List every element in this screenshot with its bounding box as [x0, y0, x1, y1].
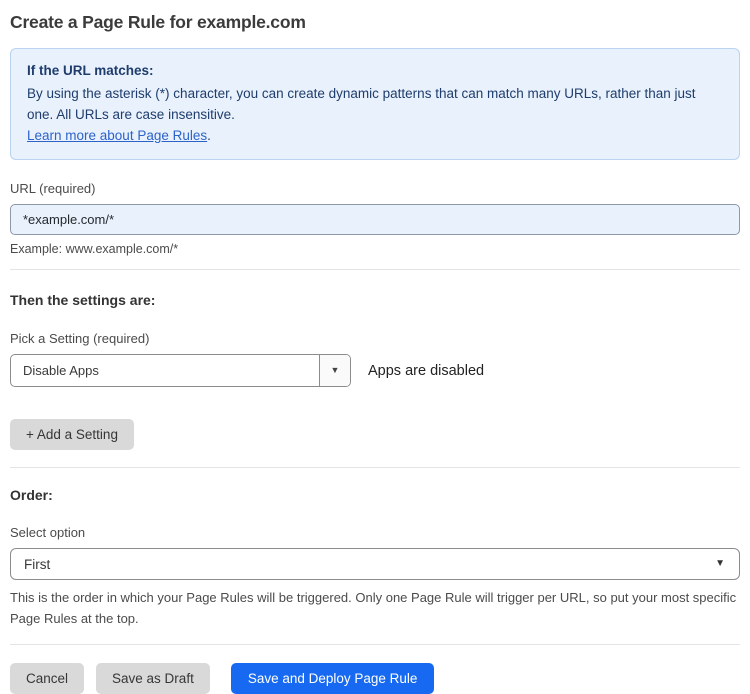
url-helper-text: Example: www.example.com/* [10, 242, 179, 256]
divider [10, 644, 740, 645]
action-buttons-row: Cancel Save as Draft Save and Deploy Pag… [10, 663, 740, 694]
url-label: URL (required) [10, 181, 96, 196]
divider [10, 269, 740, 270]
setting-dropdown-arrow-button[interactable]: ▼ [319, 355, 350, 386]
chevron-down-icon: ▼ [330, 365, 340, 375]
learn-more-link[interactable]: Learn more about Page Rules [27, 128, 207, 143]
cancel-button[interactable]: Cancel [10, 663, 85, 694]
setting-dropdown-value: Disable Apps [23, 363, 99, 378]
add-setting-button[interactable]: + Add a Setting [10, 419, 134, 450]
settings-section-heading: Then the settings are: [10, 292, 156, 308]
divider [10, 467, 740, 468]
order-helper-text: This is the order in which your Page Rul… [10, 590, 737, 626]
order-select-value: First [24, 556, 51, 572]
info-box-body: By using the asterisk (*) character, you… [27, 86, 696, 122]
order-section-heading: Order: [10, 487, 53, 503]
save-and-deploy-button[interactable]: Save and Deploy Page Rule [230, 663, 435, 694]
save-as-draft-button[interactable]: Save as Draft [96, 663, 210, 694]
url-matches-info-box: If the URL matches: By using the asteris… [10, 48, 740, 160]
chevron-down-icon: ▼ [715, 558, 725, 569]
setting-status-text: Apps are disabled [368, 362, 485, 379]
info-link-row: Learn more about Page Rules. [27, 125, 723, 146]
setting-dropdown[interactable]: Disable Apps ▼ [10, 354, 351, 387]
page-title: Create a Page Rule for example.com [10, 12, 306, 32]
create-page-rule-panel: Create a Page Rule for example.com If th… [0, 0, 750, 694]
select-option-label: Select option [10, 525, 86, 540]
info-box-heading: If the URL matches: [27, 63, 154, 78]
url-input[interactable] [10, 204, 740, 235]
pick-setting-label: Pick a Setting (required) [10, 331, 150, 346]
order-select[interactable]: First ▼ [10, 548, 740, 580]
setting-row: Disable Apps ▼ Apps are disabled [10, 354, 740, 387]
info-link-suffix: . [207, 128, 211, 143]
